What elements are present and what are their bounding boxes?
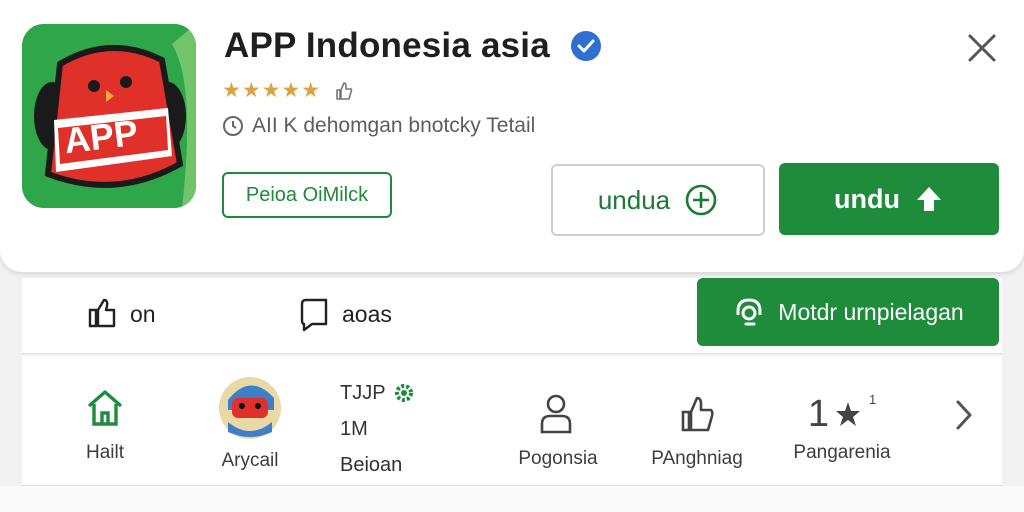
rating-value-row: 1 1 xyxy=(790,392,894,436)
clock-icon xyxy=(223,116,243,136)
rating-value: 1 xyxy=(807,392,829,435)
stat-avatar-label: Arycail xyxy=(221,450,279,471)
developer-count-line: 1M xyxy=(340,414,416,444)
app-header-card: APP APP Indonesia asia ★★★★★ AII K dehom… xyxy=(0,0,1024,272)
stat-user[interactable]: Pogonsia xyxy=(508,392,608,470)
stat-home-label: Hailt xyxy=(85,442,124,463)
download-outline-label: undua xyxy=(597,184,671,215)
action-label-aoas: aoas xyxy=(342,300,392,327)
download-primary-label: undu xyxy=(834,183,900,214)
gear-badge-icon xyxy=(394,384,413,402)
developer-name: TJJP xyxy=(340,381,386,404)
feature-button[interactable]: Motdr urnpielagan xyxy=(697,278,999,346)
bookmark-icon xyxy=(300,298,328,332)
app-info-text: AII K dehomgan bnotcky Tetail xyxy=(252,114,536,137)
person-icon xyxy=(540,394,572,434)
developer-name-line: TJJP xyxy=(340,378,416,408)
app-icon-text: APP xyxy=(61,111,141,162)
download-primary-button[interactable]: undu xyxy=(779,163,999,235)
stat-avatar[interactable]: Arycail xyxy=(212,376,288,472)
close-icon[interactable] xyxy=(962,28,1002,68)
developer-stat-block[interactable]: TJJP 1M Beioan xyxy=(340,378,416,480)
share-icon xyxy=(88,298,116,328)
action-label-on: on xyxy=(130,300,156,327)
bottom-strip xyxy=(0,486,1024,512)
rating-superscript: 1 xyxy=(868,392,877,407)
stat-rating-label: Pangarenia xyxy=(793,442,891,463)
stats-row: Hailt Arycail TJJP 1M Beioan Pogonsia PA… xyxy=(22,356,1002,486)
app-info-row: AII K dehomgan bnotcky Tetail xyxy=(222,114,535,138)
plus-circle-icon xyxy=(685,184,717,216)
developer-sub-line: Beioan xyxy=(340,450,416,480)
app-title: APP Indonesia asia xyxy=(224,26,550,65)
upload-arrow-icon xyxy=(916,187,941,211)
rating-row: ★★★★★ xyxy=(222,78,355,103)
developer-button[interactable]: Peioa OiMilck xyxy=(222,172,392,218)
action-bar: on aoas Motdr urnpielagan xyxy=(22,278,1002,354)
action-item-aoas[interactable]: aoas xyxy=(298,296,392,332)
stat-user-label: Pogonsia xyxy=(518,448,598,469)
verified-badge-icon xyxy=(570,31,601,61)
action-item-on[interactable]: on xyxy=(84,296,156,332)
stat-like[interactable]: PAnghniag xyxy=(642,392,752,470)
feature-button-label: Motdr urnpielagan xyxy=(778,298,964,325)
download-outline-button[interactable]: undua xyxy=(551,164,765,236)
chevron-right-icon[interactable] xyxy=(952,398,976,432)
thumbs-up-icon[interactable] xyxy=(333,80,355,102)
like-icon xyxy=(681,396,714,432)
title-row: APP Indonesia asia xyxy=(224,26,602,66)
developer-sub: Beioan xyxy=(340,453,403,476)
star-icon xyxy=(835,402,860,426)
stat-like-label: PAnghniag xyxy=(651,448,743,469)
home-icon xyxy=(87,390,123,426)
stat-rating[interactable]: 1 1 Pangarenia xyxy=(790,392,894,464)
developer-count: 1M xyxy=(340,417,368,440)
app-icon: APP xyxy=(22,24,196,208)
headset-icon xyxy=(736,298,762,326)
star-rating: ★★★★★ xyxy=(222,79,322,102)
stat-home[interactable]: Hailt xyxy=(70,386,140,464)
avatar xyxy=(219,377,281,439)
